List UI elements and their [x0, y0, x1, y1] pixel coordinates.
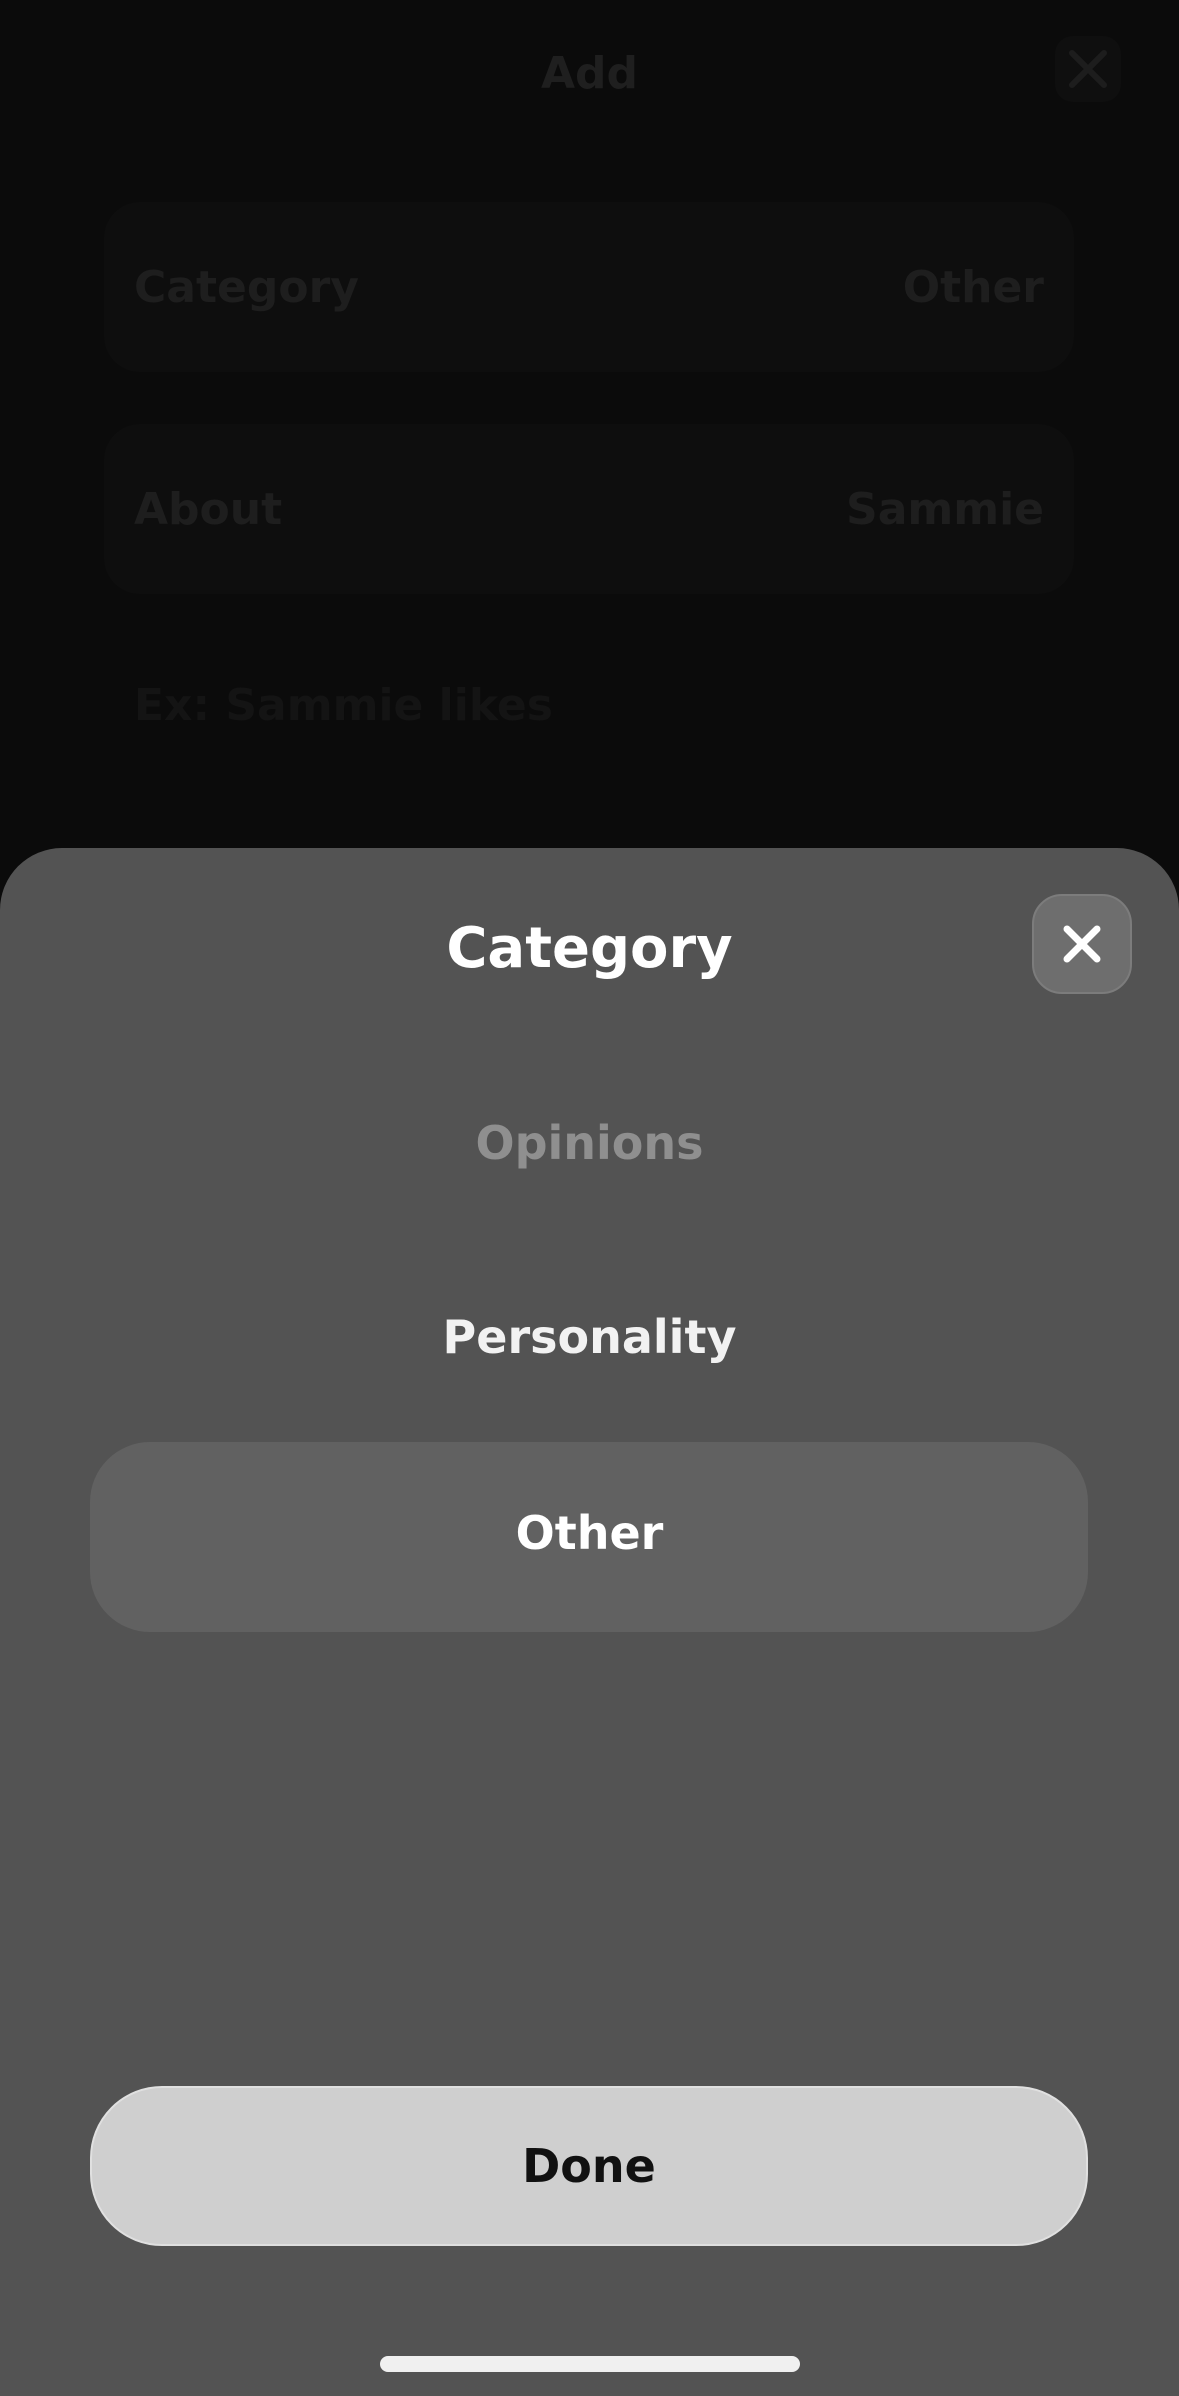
- picker-option-personality[interactable]: Personality: [0, 1310, 1179, 1364]
- background-title: Add: [540, 48, 639, 99]
- picker-option-other[interactable]: Other: [0, 1506, 1179, 1560]
- background-placeholder: Ex: Sammie likes: [134, 680, 553, 731]
- done-button-label: Done: [522, 2139, 656, 2193]
- background-screen: Add Category Other About Sammie Ex: Samm…: [0, 0, 1179, 860]
- background-close-button: [1055, 36, 1121, 102]
- close-icon: [1063, 925, 1101, 963]
- background-category-row: Category Other: [104, 202, 1074, 372]
- background-category-value: Other: [902, 261, 1044, 313]
- home-indicator: [380, 2356, 800, 2372]
- background-about-value: Sammie: [846, 483, 1044, 535]
- category-sheet: Category Opinions Personality Other Done: [0, 848, 1179, 2396]
- sheet-close-button[interactable]: [1032, 894, 1132, 994]
- background-about-label: About: [134, 483, 283, 535]
- sheet-title: Category: [446, 916, 733, 981]
- background-category-label: Category: [134, 261, 359, 313]
- close-icon: [1069, 50, 1107, 88]
- background-about-row: About Sammie: [104, 424, 1074, 594]
- done-button[interactable]: Done: [90, 2086, 1088, 2246]
- picker-option-opinions[interactable]: Opinions: [0, 1116, 1179, 1170]
